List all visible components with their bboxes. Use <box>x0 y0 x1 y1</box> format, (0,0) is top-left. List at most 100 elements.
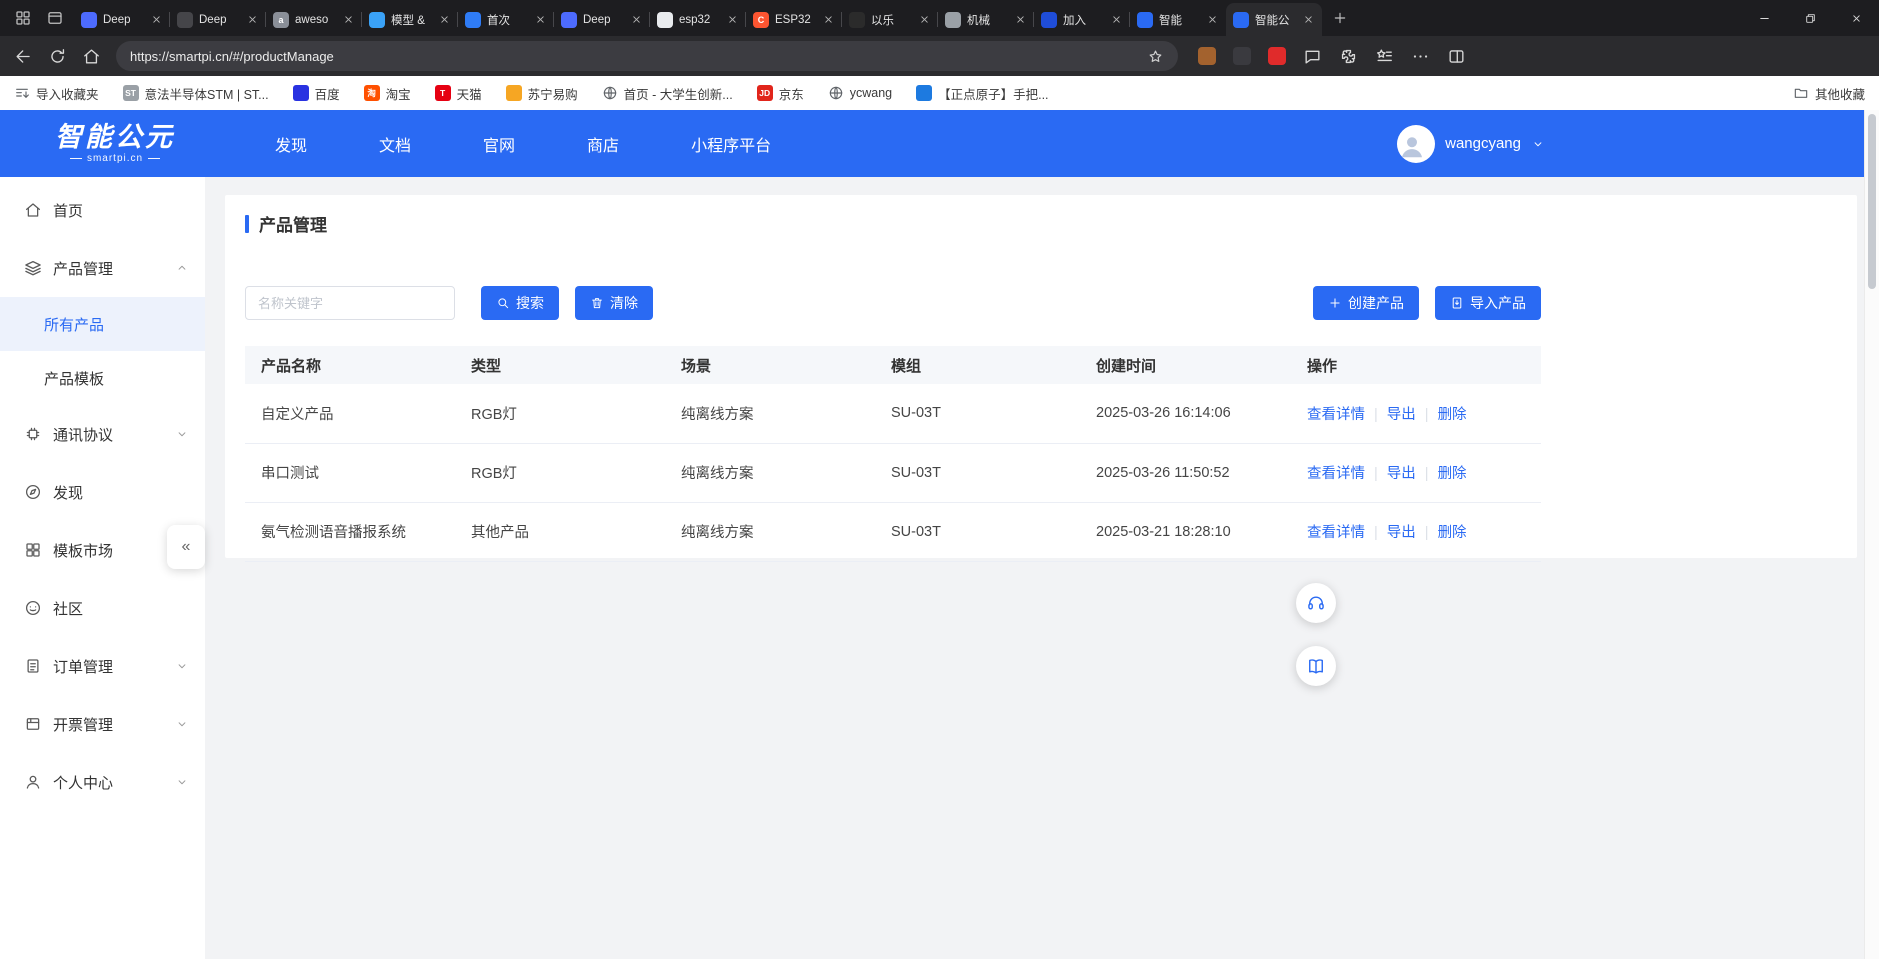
tab-close-icon[interactable] <box>342 13 355 26</box>
new-tab-button[interactable] <box>1332 10 1348 26</box>
maximize-button[interactable] <box>1787 0 1833 36</box>
sidebar-item[interactable]: 发现 <box>0 463 205 521</box>
sidebar-item[interactable]: 首页 <box>0 181 205 239</box>
action-link[interactable]: 导出 <box>1387 407 1416 423</box>
sidebar-item[interactable]: 开票管理 <box>0 695 205 753</box>
tab-close-icon[interactable] <box>534 13 547 26</box>
minimize-button[interactable] <box>1741 0 1787 36</box>
user-icon <box>24 773 42 791</box>
tab-close-icon[interactable] <box>246 13 259 26</box>
address-bar[interactable]: https://smartpi.cn/#/productManage <box>116 41 1178 71</box>
page-title: 产品管理 <box>259 211 327 236</box>
extensions-icon[interactable] <box>1339 47 1358 66</box>
settings-menu-icon[interactable] <box>1411 47 1430 66</box>
back-button[interactable] <box>14 47 33 66</box>
scrollbar-thumb[interactable] <box>1868 114 1876 289</box>
bookmark[interactable]: 淘淘宝 <box>364 84 411 103</box>
page-scrollbar[interactable] <box>1864 110 1879 959</box>
browser-tab[interactable]: aaweso <box>266 3 362 36</box>
tab-close-icon[interactable] <box>726 13 739 26</box>
browser-tab[interactable]: Deep <box>554 3 650 36</box>
sidebar-collapse-button[interactable]: « <box>167 525 205 569</box>
action-link[interactable]: 查看详情 <box>1307 525 1365 541</box>
action-link[interactable]: 导出 <box>1387 525 1416 541</box>
browser-tab[interactable]: 智能 <box>1130 3 1226 36</box>
tab-label: 模型 & <box>391 12 432 28</box>
tab-close-icon[interactable] <box>438 13 451 26</box>
bookmark[interactable]: 百度 <box>293 84 340 103</box>
tab-close-icon[interactable] <box>1206 13 1219 26</box>
browser-tab[interactable]: esp32 <box>650 3 746 36</box>
sidebar-item[interactable]: 通讯协议 <box>0 405 205 463</box>
tab-close-icon[interactable] <box>1014 13 1027 26</box>
action-link[interactable]: 查看详情 <box>1307 407 1365 423</box>
bookmark[interactable]: 首页 - 大学生创新... <box>602 84 733 103</box>
sidebar-item[interactable]: 个人中心 <box>0 753 205 811</box>
sidebar-item[interactable]: 社区 <box>0 579 205 637</box>
support-button[interactable] <box>1296 583 1336 623</box>
header-nav-link[interactable]: 小程序平台 <box>691 132 771 156</box>
bookmark[interactable]: T天猫 <box>435 84 482 103</box>
home-button[interactable] <box>82 47 101 66</box>
bookmark[interactable]: 苏宁易购 <box>506 84 578 103</box>
page-body: 首页产品管理所有产品产品模板通讯协议发现模板市场社区订单管理开票管理个人中心 «… <box>0 177 1864 959</box>
site-logo[interactable]: 智能公元 smartpi.cn <box>55 123 175 164</box>
tab-close-icon[interactable] <box>918 13 931 26</box>
browser-tab[interactable]: 首次 <box>458 3 554 36</box>
header-nav-link[interactable]: 官网 <box>483 132 515 156</box>
sidebar-item[interactable]: 订单管理 <box>0 637 205 695</box>
action-link[interactable]: 查看详情 <box>1307 466 1365 482</box>
browser-tab[interactable]: Deep <box>170 3 266 36</box>
sidebar-subitem[interactable]: 所有产品 <box>0 297 205 351</box>
clear-button[interactable]: 清除 <box>575 286 653 320</box>
bookmark-star-icon[interactable] <box>1147 48 1164 65</box>
header-nav-link[interactable]: 发现 <box>275 132 307 156</box>
header-nav-link[interactable]: 商店 <box>587 132 619 156</box>
sidebar-subitem[interactable]: 产品模板 <box>0 351 205 405</box>
header-nav-link[interactable]: 文档 <box>379 132 411 156</box>
title-accent-bar <box>245 215 249 233</box>
refresh-button[interactable] <box>48 47 67 66</box>
extension-icon[interactable] <box>1233 47 1251 65</box>
search-input[interactable] <box>245 286 455 320</box>
action-link[interactable]: 删除 <box>1438 466 1467 482</box>
bookmark[interactable]: ycwang <box>828 85 892 101</box>
browser-tab[interactable]: CESP32 <box>746 3 842 36</box>
tab-close-icon[interactable] <box>822 13 835 26</box>
bookmark-favicon-icon <box>916 85 932 101</box>
bookmark[interactable]: ST意法半导体STM | ST... <box>123 84 269 103</box>
chat-icon[interactable] <box>1303 47 1322 66</box>
action-link[interactable]: 删除 <box>1438 407 1467 423</box>
close-window-button[interactable] <box>1833 0 1879 36</box>
docs-button[interactable] <box>1296 646 1336 686</box>
action-link[interactable]: 导出 <box>1387 466 1416 482</box>
tab-overview-icon[interactable] <box>46 9 64 27</box>
create-product-button[interactable]: 创建产品 <box>1313 286 1419 320</box>
browser-tab[interactable]: Deep <box>74 3 170 36</box>
browser-tab[interactable]: 以乐 <box>842 3 938 36</box>
split-screen-icon[interactable] <box>1447 47 1466 66</box>
search-button[interactable]: 搜索 <box>481 286 559 320</box>
workspaces-icon[interactable] <box>14 9 32 27</box>
import-product-button[interactable]: 导入产品 <box>1435 286 1541 320</box>
tab-close-icon[interactable] <box>1302 13 1315 26</box>
extension-icon[interactable] <box>1198 47 1216 65</box>
extension-icon[interactable] <box>1268 47 1286 65</box>
browser-tab[interactable]: 智能公 <box>1226 3 1322 36</box>
tab-close-icon[interactable] <box>630 13 643 26</box>
bookmark[interactable]: 【正点原子】手把... <box>916 84 1048 103</box>
address-text: https://smartpi.cn/#/productManage <box>130 49 1147 64</box>
home-icon <box>24 201 42 219</box>
favorites-icon[interactable] <box>1375 47 1394 66</box>
browser-tab[interactable]: 机械 <box>938 3 1034 36</box>
sidebar-item[interactable]: 产品管理 <box>0 239 205 297</box>
tab-close-icon[interactable] <box>1110 13 1123 26</box>
import-favorites-button[interactable]: 导入收藏夹 <box>14 84 99 103</box>
other-favorites-button[interactable]: 其他收藏 <box>1793 84 1865 103</box>
tab-close-icon[interactable] <box>150 13 163 26</box>
bookmark[interactable]: JD京东 <box>757 84 804 103</box>
user-menu[interactable]: wangcyang <box>1397 125 1545 163</box>
browser-tab[interactable]: 加入 <box>1034 3 1130 36</box>
action-link[interactable]: 删除 <box>1438 525 1467 541</box>
browser-tab[interactable]: 模型 & <box>362 3 458 36</box>
